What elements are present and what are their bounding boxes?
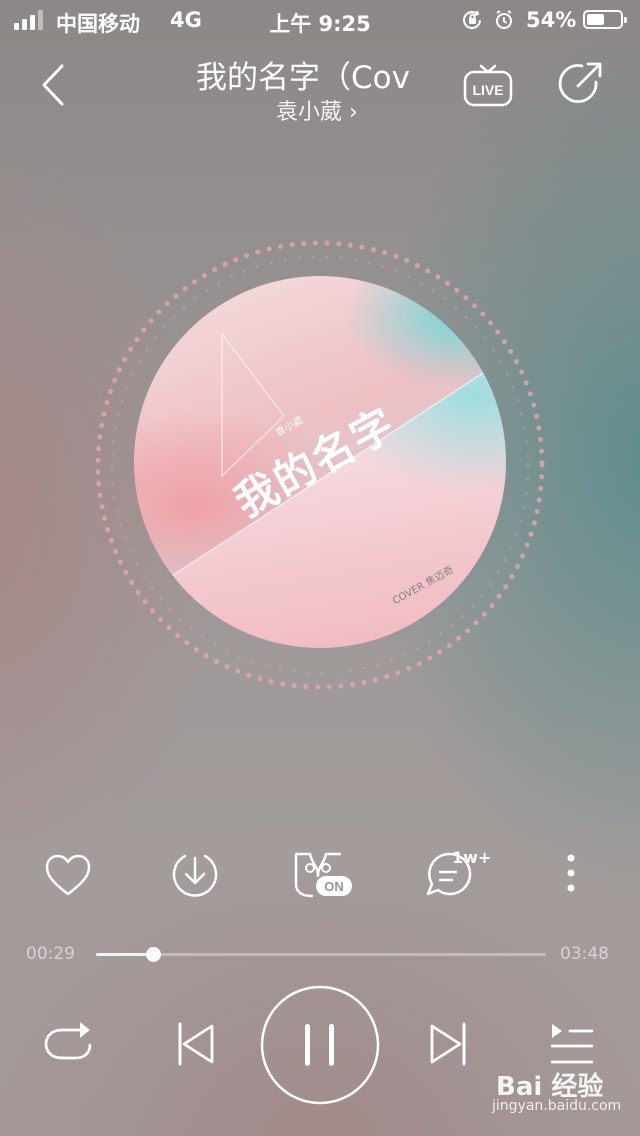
progress-handle[interactable] <box>146 947 162 962</box>
comment-count: 1w+ <box>452 848 492 867</box>
current-time: 00:29 <box>26 944 75 964</box>
battery-icon <box>583 10 627 29</box>
playlist-icon[interactable] <box>546 1020 598 1068</box>
battery-percent: 54% <box>526 8 577 32</box>
live-label: LIVE <box>472 82 503 98</box>
artist-link[interactable]: 袁小葳 › <box>276 94 358 126</box>
sound-effect-badge: ON <box>324 879 344 894</box>
orientation-lock-and-alarm-icons <box>463 10 512 29</box>
action-row: ON <box>0 848 640 904</box>
pause-icon <box>305 1024 334 1066</box>
sound-effect-icon[interactable]: ON <box>288 848 358 904</box>
pause-button[interactable] <box>259 984 381 1106</box>
next-icon[interactable] <box>424 1020 472 1068</box>
share-icon[interactable] <box>556 60 606 108</box>
album-cover[interactable]: 袁小葳 我的名字 COVER 焦迈奇 <box>134 276 506 648</box>
repeat-icon[interactable] <box>40 1018 96 1070</box>
orientation-lock-icon <box>463 10 482 29</box>
status-bar: 中国移动 4G 上午 9:25 54% <box>0 0 640 40</box>
back-icon[interactable] <box>36 62 76 108</box>
heart-icon[interactable] <box>38 848 98 904</box>
progress-played <box>96 953 154 956</box>
total-time: 03:48 <box>560 944 609 964</box>
more-icon[interactable] <box>542 848 602 904</box>
previous-icon[interactable] <box>172 1020 220 1068</box>
download-icon[interactable] <box>165 848 225 904</box>
live-icon: LIVE <box>463 64 513 107</box>
progress-bar[interactable] <box>96 947 546 962</box>
watermark-url: jingyan.baidu.com <box>492 1098 622 1114</box>
live-button[interactable]: LIVE <box>463 62 513 108</box>
baidu-jingyan-watermark: Bai 经验 jingyan.baidu.com <box>492 1066 640 1126</box>
alarm-icon <box>496 10 512 29</box>
song-title: 我的名字（Cov <box>196 60 410 96</box>
